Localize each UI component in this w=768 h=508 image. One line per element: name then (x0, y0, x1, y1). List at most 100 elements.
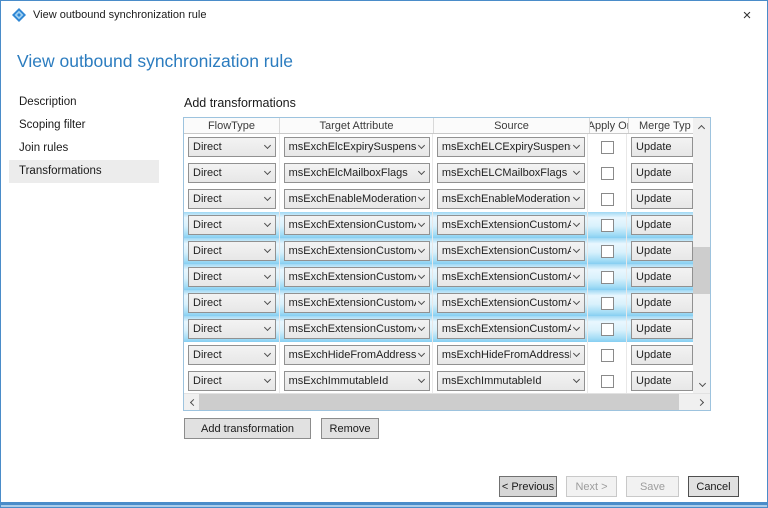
add-transformation-button[interactable]: Add transformation (184, 418, 311, 439)
flowtype-select[interactable]: Direct (188, 215, 276, 235)
apply-once-checkbox[interactable] (601, 349, 614, 362)
source-cell: msExchExtensionCustomAttribute5 (433, 316, 588, 342)
table-row[interactable]: Direct msExchExtensionCustomAttribute5 m… (184, 316, 693, 342)
flowtype-select[interactable]: Direct (188, 267, 276, 287)
source-value: msExchELCExpirySuspensionStart (442, 141, 571, 153)
merge-type-select[interactable]: Update (631, 189, 693, 209)
apply-once-checkbox[interactable] (601, 219, 614, 232)
close-icon[interactable]: × (735, 3, 759, 27)
source-select[interactable]: msExchExtensionCustomAttribute4 (437, 293, 585, 313)
merge-type-select[interactable]: Update (631, 163, 693, 183)
merge-type-select[interactable]: Update (631, 241, 693, 261)
flowtype-cell: Direct (184, 160, 280, 186)
flowtype-value: Direct (193, 271, 262, 283)
source-select[interactable]: msExchImmutableId (437, 371, 585, 391)
target-attribute-select[interactable]: msExchEnableModeration (284, 189, 430, 209)
target-attribute-select[interactable]: msExchHideFromAddressLists (284, 345, 430, 365)
source-select[interactable]: msExchELCExpirySuspensionStart (437, 137, 585, 157)
chevron-down-icon (573, 350, 580, 357)
source-value: msExchExtensionCustomAttribute1 (442, 219, 571, 231)
table-row[interactable]: Direct msExchElcExpirySuspensionStart ms… (184, 134, 693, 160)
cancel-button[interactable]: Cancel (688, 476, 739, 497)
table-row[interactable]: Direct msExchImmutableId msExchImmutable… (184, 368, 693, 393)
remove-button[interactable]: Remove (321, 418, 379, 439)
apply-once-checkbox[interactable] (601, 141, 614, 154)
chevron-down-icon (573, 142, 580, 149)
target-attribute-value: msExchExtensionCustomAttribute5 (289, 323, 416, 335)
vertical-scrollbar[interactable] (693, 118, 710, 393)
table-row[interactable]: Direct msExchEnableModeration msExchEnab… (184, 186, 693, 212)
table-row[interactable]: Direct msExchExtensionCustomAttribute1 m… (184, 212, 693, 238)
flowtype-select[interactable]: Direct (188, 319, 276, 339)
scroll-down-icon[interactable] (693, 376, 710, 393)
horizontal-scrollbar-thumb[interactable] (199, 394, 679, 410)
horizontal-scrollbar[interactable] (184, 393, 710, 410)
flowtype-select[interactable]: Direct (188, 137, 276, 157)
merge-type-select[interactable]: Update (631, 345, 693, 365)
save-button[interactable]: Save (626, 476, 679, 497)
chevron-down-icon (418, 298, 425, 305)
merge-type-select[interactable]: Update (631, 267, 693, 287)
previous-button[interactable]: < Previous (499, 476, 557, 497)
apply-once-checkbox[interactable] (601, 323, 614, 336)
scroll-right-icon[interactable] (693, 394, 710, 410)
source-select[interactable]: msExchEnableModeration (437, 189, 585, 209)
apply-once-checkbox[interactable] (601, 297, 614, 310)
target-attribute-select[interactable]: msExchImmutableId (284, 371, 430, 391)
merge-type-select[interactable]: Update (631, 137, 693, 157)
source-select[interactable]: msExchExtensionCustomAttribute3 (437, 267, 585, 287)
next-button[interactable]: Next > (566, 476, 617, 497)
chevron-down-icon (418, 246, 425, 253)
flowtype-select[interactable]: Direct (188, 293, 276, 313)
merge-type-select[interactable]: Update (631, 215, 693, 235)
merge-type-value: Update (636, 271, 688, 283)
target-attribute-select[interactable]: msExchExtensionCustomAttribute1 (284, 215, 430, 235)
merge-type-cell: Update (627, 316, 693, 342)
apply-once-checkbox[interactable] (601, 271, 614, 284)
target-attribute-select[interactable]: msExchExtensionCustomAttribute5 (284, 319, 430, 339)
table-row[interactable]: Direct msExchExtensionCustomAttribute2 m… (184, 238, 693, 264)
target-attribute-select[interactable]: msExchExtensionCustomAttribute2 (284, 241, 430, 261)
source-select[interactable]: msExchHideFromAddressLists (437, 345, 585, 365)
source-select[interactable]: msExchExtensionCustomAttribute2 (437, 241, 585, 261)
sidebar-item-description[interactable]: Description (9, 91, 159, 114)
vertical-scrollbar-thumb[interactable] (693, 247, 710, 294)
flowtype-select[interactable]: Direct (188, 189, 276, 209)
chevron-down-icon (418, 376, 425, 383)
table-row[interactable]: Direct msExchExtensionCustomAttribute4 m… (184, 290, 693, 316)
table-row[interactable]: Direct msExchHideFromAddressLists msExch… (184, 342, 693, 368)
flowtype-select[interactable]: Direct (188, 371, 276, 391)
source-select[interactable]: msExchELCMailboxFlags (437, 163, 585, 183)
source-select[interactable]: msExchExtensionCustomAttribute5 (437, 319, 585, 339)
sidebar-item-transformations[interactable]: Transformations (9, 160, 159, 183)
merge-type-select[interactable]: Update (631, 371, 693, 391)
target-attribute-select[interactable]: msExchExtensionCustomAttribute3 (284, 267, 430, 287)
apply-once-checkbox[interactable] (601, 193, 614, 206)
target-attribute-cell: msExchExtensionCustomAttribute3 (280, 264, 433, 290)
merge-type-select[interactable]: Update (631, 319, 693, 339)
apply-once-cell (588, 212, 627, 238)
merge-type-select[interactable]: Update (631, 293, 693, 313)
apply-once-checkbox[interactable] (601, 245, 614, 258)
apply-once-cell (588, 160, 627, 186)
target-attribute-select[interactable]: msExchElcMailboxFlags (284, 163, 430, 183)
sidebar-item-scoping-filter[interactable]: Scoping filter (9, 114, 159, 137)
flowtype-select[interactable]: Direct (188, 163, 276, 183)
apply-once-checkbox[interactable] (601, 167, 614, 180)
table-row[interactable]: Direct msExchExtensionCustomAttribute3 m… (184, 264, 693, 290)
target-attribute-cell: msExchExtensionCustomAttribute2 (280, 238, 433, 264)
target-attribute-select[interactable]: msExchElcExpirySuspensionStart (284, 137, 430, 157)
target-attribute-select[interactable]: msExchExtensionCustomAttribute4 (284, 293, 430, 313)
sidebar-item-join-rules[interactable]: Join rules (9, 137, 159, 160)
flowtype-value: Direct (193, 219, 262, 231)
flowtype-value: Direct (193, 167, 262, 179)
apply-once-checkbox[interactable] (601, 375, 614, 388)
target-attribute-value: msExchElcExpirySuspensionStart (289, 141, 416, 153)
scroll-up-icon[interactable] (693, 118, 710, 135)
target-attribute-cell: msExchImmutableId (280, 368, 433, 393)
flowtype-select[interactable]: Direct (188, 345, 276, 365)
flowtype-select[interactable]: Direct (188, 241, 276, 261)
table-row[interactable]: Direct msExchElcMailboxFlags msExchELCMa… (184, 160, 693, 186)
source-select[interactable]: msExchExtensionCustomAttribute1 (437, 215, 585, 235)
chevron-down-icon (573, 272, 580, 279)
